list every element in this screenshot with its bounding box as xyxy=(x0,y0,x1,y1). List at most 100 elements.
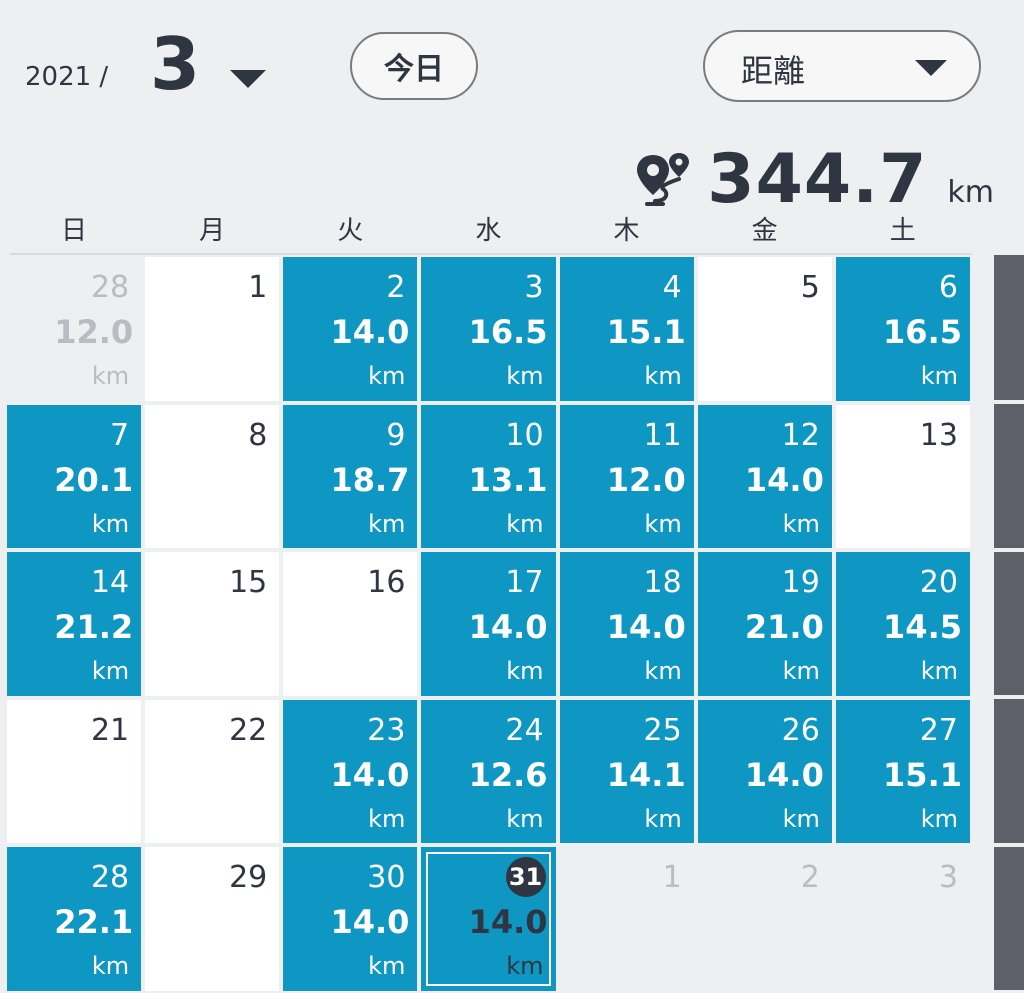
day-distance: 14.5 xyxy=(883,608,962,646)
day-number: 3 xyxy=(938,860,958,895)
calendar-day-cell[interactable]: 30 14.0 km xyxy=(281,845,420,993)
day-distance: 14.0 xyxy=(744,460,824,499)
calendar-day-cell[interactable]: 21 xyxy=(5,697,144,845)
calendar-day-cell[interactable]: 3 16.5 km xyxy=(419,255,558,403)
calendar-day-cell[interactable]: 29 xyxy=(143,845,282,993)
day-number: 15 xyxy=(229,565,268,600)
day-distance-unit: km xyxy=(368,362,406,390)
calendar-day-cell[interactable]: 10 13.1 km xyxy=(419,402,558,550)
calendar-day-cell[interactable]: 8 xyxy=(143,402,282,550)
day-number: 5 xyxy=(800,270,820,305)
calendar-day-cell[interactable]: 24 12.6 km xyxy=(419,697,558,845)
metric-dropdown-label: 距離 xyxy=(741,52,806,90)
day-distance-unit: km xyxy=(644,509,682,538)
weekday-label: 火 xyxy=(337,216,364,246)
month-label[interactable]: 3 xyxy=(150,24,200,104)
day-distance: 16.5 xyxy=(468,313,548,351)
day-number: 1 xyxy=(662,860,682,895)
day-distance: 14.0 xyxy=(468,608,548,646)
metric-dropdown[interactable]: 距離 xyxy=(703,30,981,102)
day-number: 22 xyxy=(229,712,268,748)
day-distance-unit: km xyxy=(920,657,958,685)
today-button[interactable]: 今日 xyxy=(350,32,478,100)
calendar-day-cell[interactable]: 9 18.7 km xyxy=(281,402,420,550)
day-distance-unit: km xyxy=(506,362,544,390)
calendar-day-cell[interactable]: 14 21.2 km xyxy=(5,550,144,698)
day-distance: 14.0 xyxy=(330,755,410,794)
day-number: 7 xyxy=(110,417,130,453)
day-distance: 16.5 xyxy=(883,313,962,351)
weekday-header: 日 月 火 水 木 金 土 xyxy=(5,210,972,247)
day-distance-unit: km xyxy=(644,657,682,685)
divider xyxy=(994,695,1024,699)
calendar-day-cell[interactable]: 28 22.1 km xyxy=(5,845,144,993)
calendar-day-cell[interactable]: 15 xyxy=(143,550,282,698)
day-number: 2 xyxy=(800,860,820,895)
day-number: 12 xyxy=(781,417,820,453)
calendar-day-cell[interactable]: 26 14.0 km xyxy=(695,697,834,845)
day-distance-unit: km xyxy=(91,657,130,685)
calendar-day-cell[interactable]: 5 xyxy=(695,255,834,403)
calendar-day-cell[interactable]: 23 14.0 km xyxy=(281,697,420,845)
calendar-day-cell[interactable]: 2 xyxy=(695,845,834,993)
day-distance-unit: km xyxy=(782,509,820,538)
calendar-day-cell[interactable]: 25 14.1 km xyxy=(557,697,696,845)
year-label: 2021 / xyxy=(25,62,109,92)
weekday-label: 水 xyxy=(475,216,502,246)
day-distance: 21.0 xyxy=(744,608,824,646)
week-summary-bar xyxy=(994,255,1024,990)
calendar-day-cell[interactable]: 22 xyxy=(143,697,282,845)
calendar-day-cell[interactable]: 19 21.0 km xyxy=(695,550,834,698)
day-distance-unit: km xyxy=(91,952,130,980)
day-number: 24 xyxy=(505,712,544,748)
calendar-day-cell[interactable]: 28 12.0 km xyxy=(5,255,144,403)
day-distance: 18.7 xyxy=(330,460,410,499)
day-distance-unit: km xyxy=(368,804,406,833)
day-distance: 20.1 xyxy=(54,460,134,499)
calendar-day-cell[interactable]: 18 14.0 km xyxy=(557,550,696,698)
calendar-day-cell[interactable]: 27 15.1 km xyxy=(833,697,972,845)
day-distance-unit: km xyxy=(920,804,958,833)
day-distance: 12.0 xyxy=(606,460,686,499)
chevron-down-icon[interactable] xyxy=(230,70,266,88)
calendar-day-cell[interactable]: 17 14.0 km xyxy=(419,550,558,698)
day-number: 8 xyxy=(248,417,268,453)
day-distance-unit: km xyxy=(506,952,544,980)
weekday-label: 金 xyxy=(751,216,778,246)
calendar-day-cell[interactable]: 3 xyxy=(833,845,972,993)
day-number: 16 xyxy=(367,565,406,600)
calendar-day-cell[interactable]: 31 14.0 km xyxy=(419,845,558,993)
total-distance-unit: km xyxy=(947,175,994,210)
day-number: 17 xyxy=(505,565,544,600)
day-number: 21 xyxy=(90,712,130,748)
calendar-day-cell[interactable]: 1 xyxy=(557,845,696,993)
calendar-grid: 28 12.0 km 1 2 14.0 km 3 16.5 km 4 15.1 km 5 6 16.5 km 7 2… xyxy=(5,255,972,993)
day-distance-unit: km xyxy=(644,804,682,833)
calendar-day-cell[interactable]: 4 15.1 km xyxy=(557,255,696,403)
calendar-day-cell[interactable]: 1 xyxy=(143,255,282,403)
calendar-day-cell[interactable]: 6 16.5 km xyxy=(833,255,972,403)
calendar-day-cell[interactable]: 20 14.5 km xyxy=(833,550,972,698)
weekday-label: 月 xyxy=(199,216,226,246)
day-number: 10 xyxy=(505,417,544,453)
day-number: 11 xyxy=(643,417,682,453)
calendar-day-cell[interactable]: 7 20.1 km xyxy=(5,402,144,550)
day-distance-unit: km xyxy=(506,509,544,538)
calendar-day-cell[interactable]: 2 14.0 km xyxy=(281,255,420,403)
day-number: 20 xyxy=(919,565,958,600)
day-distance-unit: km xyxy=(91,509,130,538)
calendar-day-cell[interactable]: 12 14.0 km xyxy=(695,402,834,550)
day-number: 25 xyxy=(643,712,682,748)
day-number: 18 xyxy=(643,565,682,600)
divider xyxy=(994,843,1024,847)
day-distance: 14.1 xyxy=(606,755,686,794)
calendar-day-cell[interactable]: 11 12.0 km xyxy=(557,402,696,550)
day-distance: 14.0 xyxy=(606,608,686,646)
day-distance: 12.0 xyxy=(54,313,134,351)
day-distance-unit: km xyxy=(644,362,682,390)
day-number: 26 xyxy=(781,712,820,748)
calendar-day-cell[interactable]: 16 xyxy=(281,550,420,698)
day-number: 27 xyxy=(919,712,958,748)
day-number: 1 xyxy=(248,270,268,305)
calendar-day-cell[interactable]: 13 xyxy=(833,402,972,550)
